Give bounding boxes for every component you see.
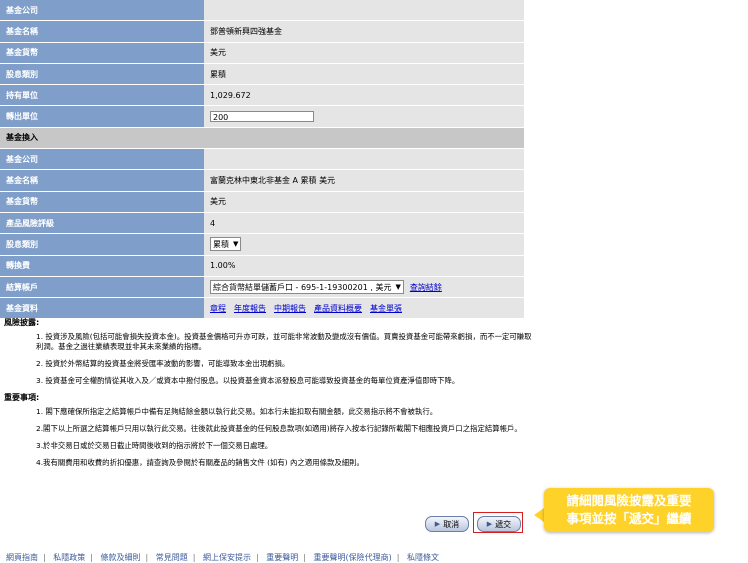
doc-link-interim-report[interactable]: 中期報告 xyxy=(274,303,306,314)
fund-in-currency-row: 基金貨幣 美元 xyxy=(0,191,524,213)
chevron-right-icon: ▶ xyxy=(434,520,441,528)
risk-rating-value: 4 xyxy=(204,212,524,234)
fund-in-fee-row: 轉換費 1.00% xyxy=(0,255,524,277)
fund-in-account-row: 結算帳戶 綜合貨幣結單儲蓄戶口 - 695-1-19300201 , 美元 ▼ … xyxy=(0,276,524,299)
fund-out-currency-value: 美元 xyxy=(204,42,524,63)
fund-out-currency-row: 基金貨幣 美元 xyxy=(0,42,524,64)
fund-out-switch-units-row: 轉出單位 200 xyxy=(0,106,524,128)
important-item: 4.我有關費用和收費的折扣優惠，請查詢及參閱於有關產品的銷售文件 (如有) 內之… xyxy=(36,458,364,467)
cancel-button[interactable]: ▶ 取消 xyxy=(425,516,469,532)
fund-switch-form: 基金公司 基金名稱 鄧普頓新興四強基金 基金貨幣 美元 股息類別 累積 持有單位… xyxy=(0,0,524,320)
check-balance-link[interactable]: 查詢結餘 xyxy=(410,282,442,293)
fund-out-company-label: 基金公司 xyxy=(0,0,204,21)
risk-rating-label: 產品風險評級 xyxy=(0,212,204,234)
switch-fee-label: 轉換費 xyxy=(0,255,204,276)
callout-pointer xyxy=(534,508,544,522)
fund-docs-label: 基金資料 xyxy=(0,298,204,319)
fund-in-name-row: 基金名稱 富蘭克林中東北非基金 A 累積 美元 xyxy=(0,170,524,192)
fund-out-dividend-row: 股息類別 累積 xyxy=(0,63,524,86)
risk-disclosure-title: 風險披露: xyxy=(4,318,40,327)
switch-units-input[interactable]: 200 xyxy=(210,111,314,123)
fund-in-section-header: 基金換入 xyxy=(0,127,524,150)
fund-in-name-label: 基金名稱 xyxy=(0,170,204,191)
important-notes-title: 重要事項: xyxy=(4,393,40,402)
risk-item: 3. 投資基金可全權酌情從其收入及／或資本中撥付股息。以投資基金資本派發股息可能… xyxy=(36,376,460,385)
submit-button[interactable]: ▶ 遞交 xyxy=(477,516,521,532)
fund-out-units-row: 持有單位 1,029.672 xyxy=(0,85,524,107)
callout-line-2: 事項並按「遞交」繼續 xyxy=(566,511,692,526)
cancel-button-label: 取消 xyxy=(443,519,460,529)
dividend-class-selected: 累積 xyxy=(213,239,229,249)
dividend-class-select[interactable]: 累積 ▼ xyxy=(210,237,242,252)
risk-item: 1. 投資涉及風險(包括可能會損失投資本金)。投資基金價格可升亦可跌，並可能非常… xyxy=(36,332,532,351)
fund-in-docs-row: 基金資料 章程 年度報告 中期報告 產品資料概要 基金單張 xyxy=(0,298,524,320)
callout-line-1: 請細閱風險披露及重要 xyxy=(566,493,692,508)
settlement-account-select[interactable]: 綜合貨幣結單儲蓄戶口 - 695-1-19300201 , 美元 ▼ xyxy=(210,280,404,294)
fund-in-dividend-row: 股息類別 累積 ▼ xyxy=(0,234,524,256)
fund-out-dividend-label: 股息類別 xyxy=(0,63,204,85)
fund-in-name-value: 富蘭克林中東北非基金 A 累積 美元 xyxy=(204,170,524,191)
submit-button-label: 遞交 xyxy=(495,519,512,529)
switch-units-label: 轉出單位 xyxy=(0,106,204,127)
fund-in-section-title: 基金換入 xyxy=(0,127,524,149)
fund-out-dividend-value: 累積 xyxy=(204,63,524,85)
chevron-right-icon: ▶ xyxy=(486,520,493,528)
important-item: 2.閣下以上所選之結算帳戶只用以執行此交易。往後就此投資基金的任何股息款項(如適… xyxy=(36,424,522,433)
doc-link-prospectus[interactable]: 章程 xyxy=(210,303,226,314)
fund-out-units-label: 持有單位 xyxy=(0,85,204,106)
fund-out-company-row: 基金公司 xyxy=(0,0,524,22)
fund-in-currency-label: 基金貨幣 xyxy=(0,191,204,212)
fund-in-dividend-label: 股息類別 xyxy=(0,234,204,255)
fund-out-units-value: 1,029.672 xyxy=(204,85,524,106)
chevron-down-icon: ▼ xyxy=(233,240,239,249)
important-item: 3.於非交易日或於交易日截止時間後收到的指示將於下一個交易日處理。 xyxy=(36,441,273,450)
doc-link-fund-leaflet[interactable]: 基金單張 xyxy=(370,303,402,314)
instruction-callout: 請細閱風險披露及重要 事項並按「遞交」繼續 xyxy=(544,488,714,532)
doc-link-annual-report[interactable]: 年度報告 xyxy=(234,303,266,314)
chevron-down-icon: ▼ xyxy=(395,283,401,291)
footer-links: 網頁指南 | 私隱政策 | 條款及細則 | 常見問題 | 網上保安提示 | 重要聲明 | 重… xyxy=(6,553,439,562)
fund-in-risk-row: 產品風險評級 4 xyxy=(0,212,524,235)
settlement-account-selected: 綜合貨幣結單儲蓄戶口 - 695-1-19300201 , 美元 xyxy=(213,282,392,292)
disclosures: 風險披露: 1. 投資涉及風險(包括可能會損失投資本金)。投資基金價格可升亦可跌… xyxy=(4,318,534,475)
risk-item: 2. 投資於外幣結算的投資基金將受匯率波動的影響，可能導致本金出現虧損。 xyxy=(36,359,290,368)
switch-fee-value: 1.00% xyxy=(204,255,524,276)
fund-out-name-label: 基金名稱 xyxy=(0,21,204,42)
doc-link-product-key-facts[interactable]: 產品資料概要 xyxy=(314,303,362,314)
settlement-account-label: 結算帳戶 xyxy=(0,276,204,298)
fund-out-currency-label: 基金貨幣 xyxy=(0,42,204,63)
fund-in-company-label: 基金公司 xyxy=(0,149,204,170)
fund-out-name-row: 基金名稱 鄧普頓新興四強基金 xyxy=(0,21,524,43)
fund-out-name-value: 鄧普頓新興四強基金 xyxy=(204,21,524,42)
fund-in-currency-value: 美元 xyxy=(204,191,524,212)
fund-in-company-row: 基金公司 xyxy=(0,149,524,171)
important-item: 1. 閣下應確保所指定之結算帳戶中備有足夠結餘金額以執行此交易。如本行未能扣取有… xyxy=(36,407,438,416)
